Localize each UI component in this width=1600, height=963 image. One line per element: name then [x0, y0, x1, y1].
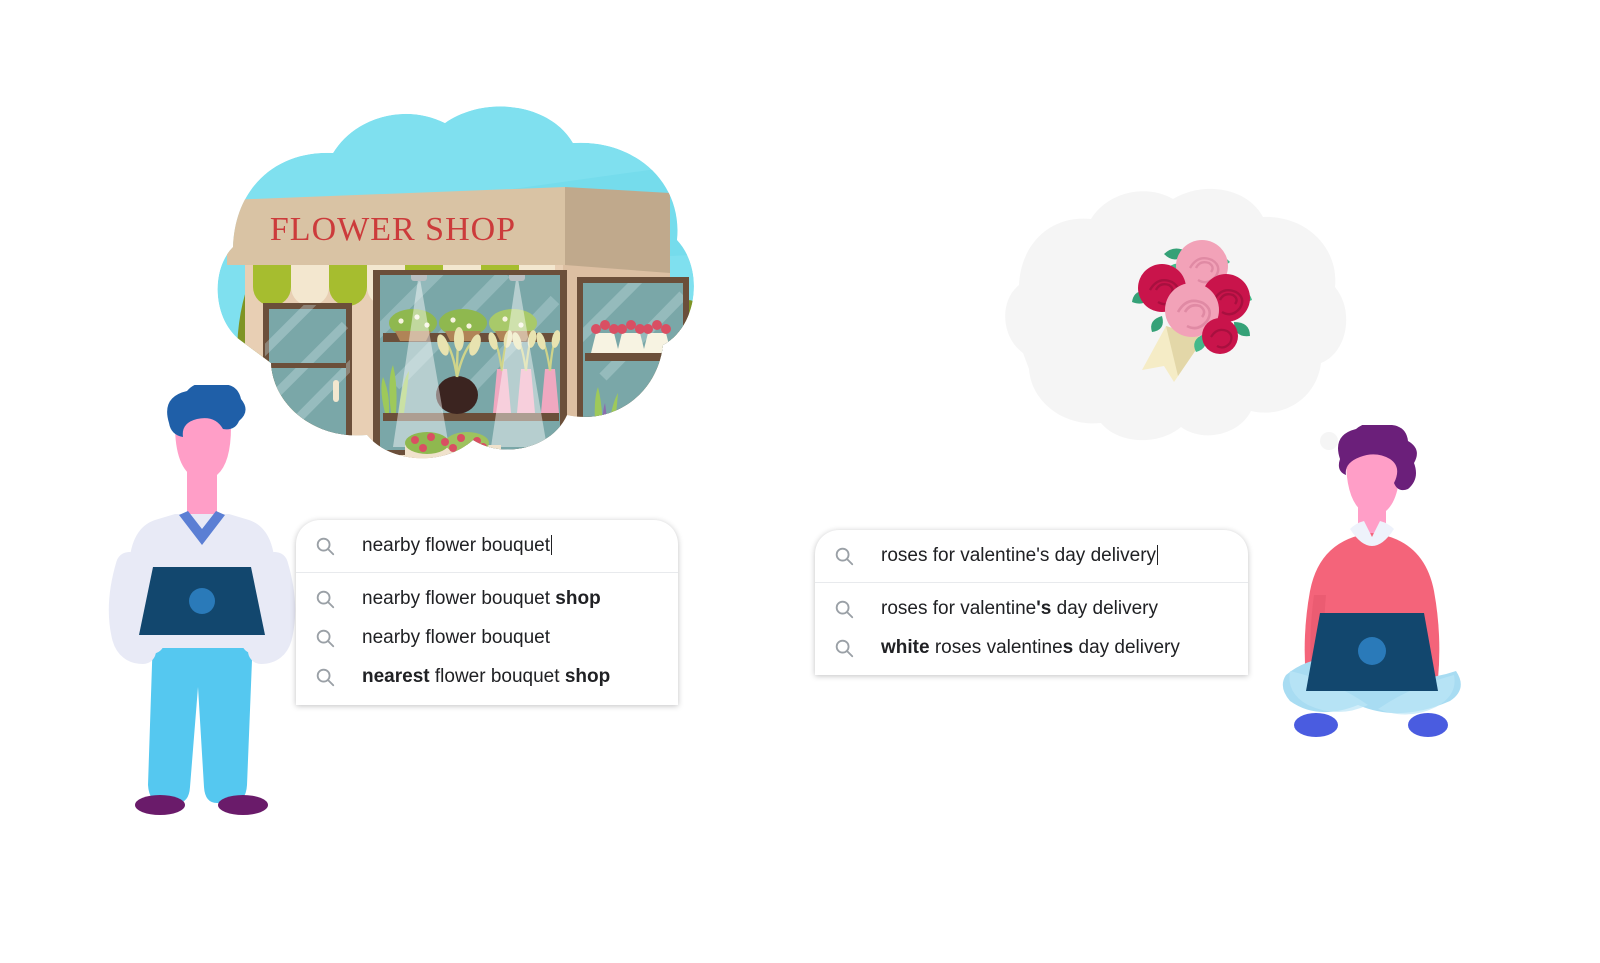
suggestion-text: white roses valentines day delivery [881, 636, 1180, 658]
scene-root: FLOWER SHOP nearby flower bouquet nearby… [0, 0, 1600, 963]
search-input-right[interactable]: roses for valentine's day delivery [881, 545, 1159, 567]
suggestion-text: nearest flower bouquet shop [362, 665, 611, 687]
shop-sign-side [565, 187, 670, 273]
seated-person-with-laptop [1272, 422, 1472, 750]
person-pants [148, 635, 253, 803]
laptop-logo [1358, 637, 1386, 665]
suggestion-row[interactable]: nearby flower bouquet [296, 618, 678, 657]
search-input-row-right[interactable]: roses for valentine's day delivery [815, 530, 1248, 582]
laptop-logo [189, 588, 215, 614]
suggestion-text: nearby flower bouquet [362, 626, 551, 648]
shop-step [373, 455, 567, 459]
door-handle [333, 380, 339, 402]
search-icon [314, 666, 336, 688]
search-box-left[interactable]: nearby flower bouquet nearby flower bouq… [296, 520, 678, 705]
search-icon [314, 627, 336, 649]
person-shoe-right [218, 795, 268, 815]
rose-bouquet [1108, 230, 1268, 390]
shop-sign-text: FLOWER SHOP [270, 211, 516, 248]
suggestion-row[interactable]: roses for valentine's day delivery [815, 589, 1248, 628]
search-icon [833, 637, 855, 659]
search-icon [833, 598, 855, 620]
person2-shoe-right [1408, 713, 1448, 737]
search-box-right[interactable]: roses for valentine's day delivery roses… [815, 530, 1248, 675]
text-caret [551, 535, 553, 555]
window2-bouquets [591, 320, 671, 353]
search-icon [314, 588, 336, 610]
suggestion-list-right[interactable]: roses for valentine's day delivery white … [815, 583, 1248, 667]
standing-person-with-laptop [105, 383, 300, 820]
search-icon [314, 535, 336, 557]
search-input-row-left[interactable]: nearby flower bouquet [296, 520, 678, 572]
suggestion-list-left[interactable]: nearby flower bouquet shop nearby flower … [296, 573, 678, 696]
suggestion-row[interactable]: nearby flower bouquet shop [296, 579, 678, 618]
suggestion-row[interactable]: nearest flower bouquet shop [296, 657, 678, 696]
search-input-left[interactable]: nearby flower bouquet [362, 535, 553, 557]
suggestion-text: roses for valentine's day delivery [881, 597, 1159, 619]
bouquet-roses [1138, 240, 1250, 354]
suggestion-row[interactable]: white roses valentines day delivery [815, 628, 1248, 667]
suggestion-text: nearby flower bouquet shop [362, 587, 601, 609]
search-icon [833, 545, 855, 567]
person2-shoe-left [1294, 713, 1338, 737]
text-caret [1157, 545, 1159, 565]
person-shoe-left [135, 795, 185, 815]
